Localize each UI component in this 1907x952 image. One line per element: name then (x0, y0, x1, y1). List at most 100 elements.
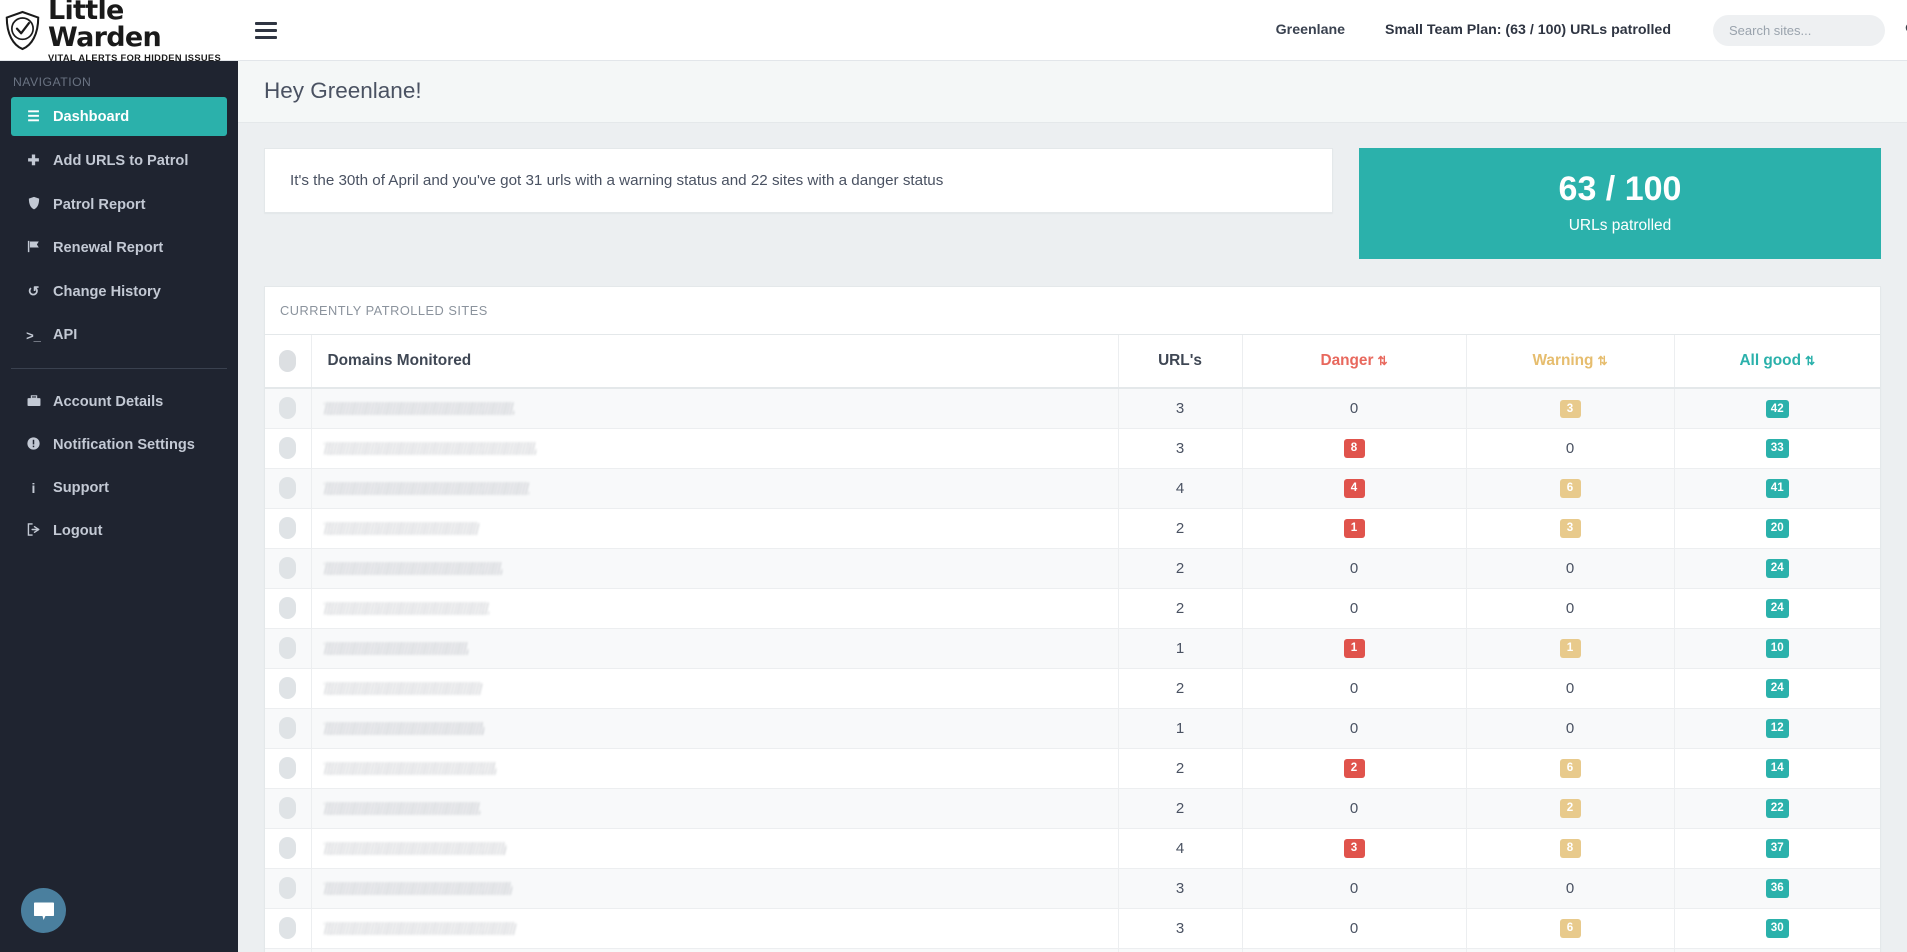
column-header-warning[interactable]: Warning ⇅ (1465, 334, 1674, 390)
table-row[interactable]: 3 8 0 33 (265, 428, 1880, 469)
sidebar-item-api[interactable]: >_ API (11, 316, 227, 354)
sort-updown-icon[interactable]: ⇅ (1805, 354, 1815, 368)
select-all-header[interactable] (265, 334, 311, 390)
good-badge: 37 (1765, 839, 1789, 858)
row-checkbox[interactable] (279, 437, 297, 460)
table-row[interactable]: 2 0 0 24 (265, 588, 1880, 629)
good-badge: 36 (1765, 879, 1789, 898)
search-box[interactable] (1713, 14, 1907, 46)
row-checkbox[interactable] (279, 597, 297, 620)
warning-cell: 6 (1465, 908, 1674, 949)
column-header-urls[interactable]: URL's (1117, 334, 1242, 390)
domain-cell (310, 908, 1118, 949)
table-body: 3 0 3 42 3 8 0 33 4 4 6 41 2 1 3 20 2 0 0 24 2 0 0 24 1 1 1 10 2 0 0 24… (265, 388, 1880, 952)
table-row[interactable]: 2 0 0 24 (265, 668, 1880, 709)
row-checkbox[interactable] (279, 917, 297, 940)
column-header-all-good[interactable]: All good ⇅ (1673, 334, 1880, 390)
urls-count-cell: 2 (1117, 748, 1242, 789)
sidebar-item-renewal-report[interactable]: Renewal Report (11, 229, 227, 267)
row-checkbox[interactable] (279, 557, 297, 580)
row-checkbox[interactable] (279, 797, 297, 820)
column-header-danger[interactable]: Danger ⇅ (1241, 334, 1466, 390)
redacted-domain-name (323, 601, 489, 615)
search-input[interactable] (1729, 22, 1905, 38)
row-checkbox[interactable] (279, 397, 297, 420)
danger-cell: 0 (1241, 588, 1466, 629)
all-good-cell: 22 (1673, 788, 1880, 829)
brand-logo[interactable]: Little Warden VITAL ALERTS FOR HIDDEN IS… (0, 0, 238, 63)
urls-count-cell: 3 (1117, 948, 1242, 952)
warning-badge: 8 (1559, 839, 1581, 858)
sidebar-item-label: Notification Settings (53, 437, 195, 453)
count-value: 0 (1349, 879, 1359, 897)
row-checkbox[interactable] (279, 677, 297, 700)
status-notice: It's the 30th of April and you've got 31… (264, 148, 1333, 213)
warning-cell: 0 (1465, 708, 1674, 749)
sidebar-item-change-history[interactable]: ↺ Change History (11, 272, 227, 311)
table-row[interactable]: 2 0 0 24 (265, 548, 1880, 589)
domain-cell (310, 588, 1118, 629)
sidebar-item-patrol-report[interactable]: Patrol Report (11, 185, 227, 224)
row-checkbox[interactable] (279, 477, 297, 500)
row-checkbox[interactable] (279, 757, 297, 780)
danger-badge: 2 (1343, 759, 1365, 778)
row-select-cell (265, 628, 311, 669)
domain-cell (310, 468, 1118, 509)
urls-count: 3 (1175, 879, 1185, 897)
row-select-cell (265, 508, 311, 549)
table-row[interactable]: 2 0 2 22 (265, 788, 1880, 829)
table-row[interactable]: 2 2 6 14 (265, 748, 1880, 789)
table-row[interactable]: 1 1 1 10 (265, 628, 1880, 669)
warning-cell: 0 (1465, 548, 1674, 589)
table-row[interactable]: 4 4 6 41 (265, 468, 1880, 509)
redacted-domain-name (323, 721, 484, 735)
sidebar-divider (11, 368, 227, 369)
table-row[interactable]: 3 0 0 36 (265, 868, 1880, 909)
table-row[interactable]: 33330 (265, 948, 1880, 952)
urls-count: 2 (1175, 759, 1185, 777)
table-row[interactable]: 2 1 3 20 (265, 508, 1880, 549)
table-row[interactable]: 3 0 6 30 (265, 908, 1880, 949)
nav-secondary: Account Details Notification Settings i … (0, 383, 238, 550)
urls-count-cell: 2 (1117, 508, 1242, 549)
sort-updown-icon[interactable]: ⇅ (1597, 354, 1607, 368)
column-header-domain[interactable]: Domains Monitored (310, 334, 1118, 390)
urls-count-cell: 1 (1117, 708, 1242, 749)
table-row[interactable]: 4 3 8 37 (265, 828, 1880, 869)
count-value: 0 (1565, 599, 1575, 617)
urls-count: 4 (1175, 839, 1185, 857)
row-checkbox[interactable] (279, 877, 297, 900)
column-label: Warning (1532, 352, 1594, 370)
urls-count-cell: 4 (1117, 828, 1242, 869)
danger-badge: 1 (1343, 519, 1365, 538)
row-select-cell (265, 548, 311, 589)
sidebar-item-logout[interactable]: Logout (11, 512, 227, 550)
count-value: 0 (1349, 719, 1359, 737)
urls-count: 2 (1175, 799, 1185, 817)
sidebar-item-add-urls[interactable]: ✚ Add URLS to Patrol (11, 141, 227, 180)
logout-icon (25, 523, 42, 539)
stat-label: URLs patrolled (1568, 217, 1672, 235)
row-checkbox[interactable] (279, 717, 297, 740)
all-good-cell: 37 (1673, 828, 1880, 869)
table-row[interactable]: 1 0 0 12 (265, 708, 1880, 749)
chat-bubble-icon[interactable] (21, 888, 66, 933)
sidebar-item-account-details[interactable]: Account Details (11, 383, 227, 421)
account-name-link[interactable]: Greenlane (1276, 22, 1345, 38)
row-checkbox[interactable] (279, 517, 297, 540)
select-all-checkbox[interactable] (279, 350, 297, 373)
row-checkbox[interactable] (279, 637, 297, 660)
sidebar-item-support[interactable]: i Support (11, 469, 227, 507)
domain-cell (310, 388, 1118, 429)
urls-patrolled-card: 63 / 100 URLs patrolled (1359, 148, 1881, 260)
sidebar-item-dashboard[interactable]: ☰ Dashboard (11, 97, 227, 136)
row-checkbox[interactable] (279, 837, 297, 860)
menu-toggle-icon[interactable] (255, 21, 277, 39)
sidebar-item-notification-settings[interactable]: Notification Settings (11, 426, 227, 464)
all-good-cell: 33 (1673, 428, 1880, 469)
sort-updown-icon[interactable]: ⇅ (1377, 354, 1387, 368)
table-head: Domains Monitored URL's Danger ⇅ Warning ⇅ (265, 334, 1880, 390)
row-select-cell (265, 948, 311, 952)
page-title-bar: Hey Greenlane! (238, 61, 1907, 123)
table-row[interactable]: 3 0 3 42 (265, 388, 1880, 429)
